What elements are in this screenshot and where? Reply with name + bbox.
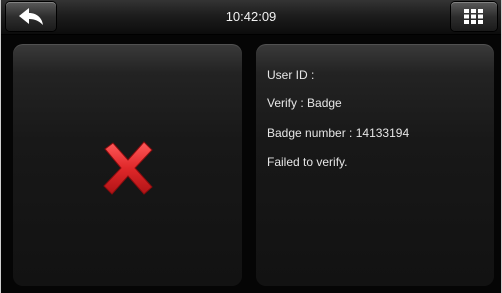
grid-menu-icon — [464, 9, 483, 24]
verify-message-line: Failed to verify. — [267, 155, 348, 169]
verify-method-line: Verify : Badge — [267, 96, 342, 110]
top-bar: 10:42:09 — [1, 0, 501, 35]
badge-number-line: Badge number : 14133194 — [267, 126, 410, 140]
status-panel — [13, 44, 242, 286]
user-id-line: User ID : — [267, 68, 315, 82]
device-screen: 10:42:09 User ID: Verify: Badge Badge … — [0, 0, 502, 293]
red-x-fail-icon — [103, 141, 153, 195]
menu-button[interactable] — [451, 2, 497, 31]
info-panel: User ID : Verify : Badge Badge number : … — [256, 44, 494, 286]
clock-time: 10:42:09 — [225, 9, 277, 24]
